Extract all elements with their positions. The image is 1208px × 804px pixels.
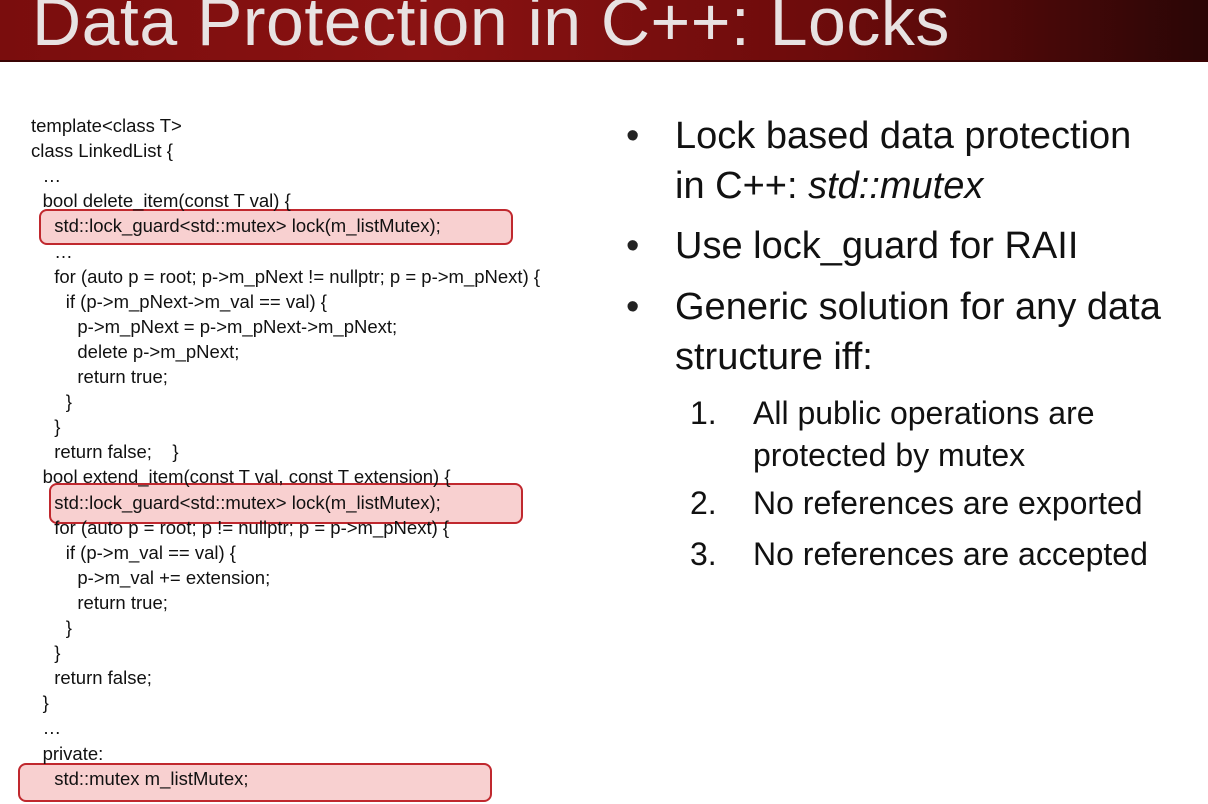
sub-item-1-line-2: protected by mutex [753,437,1026,473]
code-line: if (p->m_pNext->m_val == val) { [65,290,327,312]
code-line: … [54,240,73,262]
sub-item-1-number: 1. [690,395,717,431]
bullet-2: Use lock_guard for RAII [675,225,1079,267]
code-line: for (auto p = root; p != nullptr; p = p-… [54,516,450,538]
code-line: template<class T> [31,115,182,136]
bullet-marker: • [626,115,640,157]
code-line: } [65,617,72,638]
code-line: class LinkedList { [31,140,173,162]
code-line: std::lock_guard<std::mutex> lock(m_listM… [54,491,441,513]
code-line: … [42,165,62,187]
code-line: return true; [77,591,168,613]
bullet-1-line-2: in C++: std::mutex [675,162,983,210]
code-line: } [54,416,61,438]
code-line: } [54,642,61,664]
code-line: p->m_val += extension; [77,566,271,588]
code-line: bool delete_item(const T val) { [42,190,291,212]
bullet-3-line-1: Generic solution for any data [675,286,1161,328]
code-line: return false; } [54,441,179,463]
code-line: for (auto p = root; p->m_pNext != nullpt… [54,265,541,287]
bullet-1-line-1: Lock based data protection [675,115,1132,157]
code-line: return false; [54,667,152,689]
code-listing: template<class T> class LinkedList { … bool… [0,0,620,804]
sub-item-2-number: 2. [690,485,717,521]
sub-item-3-number: 3. [690,536,717,572]
code-line: … [42,717,62,739]
code-line: } [65,391,72,413]
code-line: p->m_pNext = p->m_pNext->m_pNext; [77,315,398,337]
code-line: delete p->m_pNext; [77,340,240,362]
code-line: std::mutex m_listMutex; [54,767,249,789]
bullet-marker: • [626,286,640,328]
bullet-marker: • [626,225,640,267]
sub-item-1-line-1: All public operations are [753,395,1095,431]
sub-item-2-line-1: No references are exported [753,485,1143,521]
bullet-1-italic: std::mutex [808,165,984,207]
bullet-3-line-2: structure iff: [675,336,873,378]
bullet-list: • Lock based data protection in C++: std… [620,0,1208,804]
code-line: return true; [77,366,168,387]
code-line: bool extend_item(const T val, const T ex… [42,466,451,488]
code-line: private: [42,742,104,764]
sub-item-3-line-1: No references are accepted [753,536,1148,572]
bullet-1-prefix: in C++: [675,165,809,207]
code-line: } [42,692,49,714]
code-line: std::lock_guard<std::mutex> lock(m_listM… [54,215,441,237]
code-line: if (p->m_val == val) { [65,541,236,563]
